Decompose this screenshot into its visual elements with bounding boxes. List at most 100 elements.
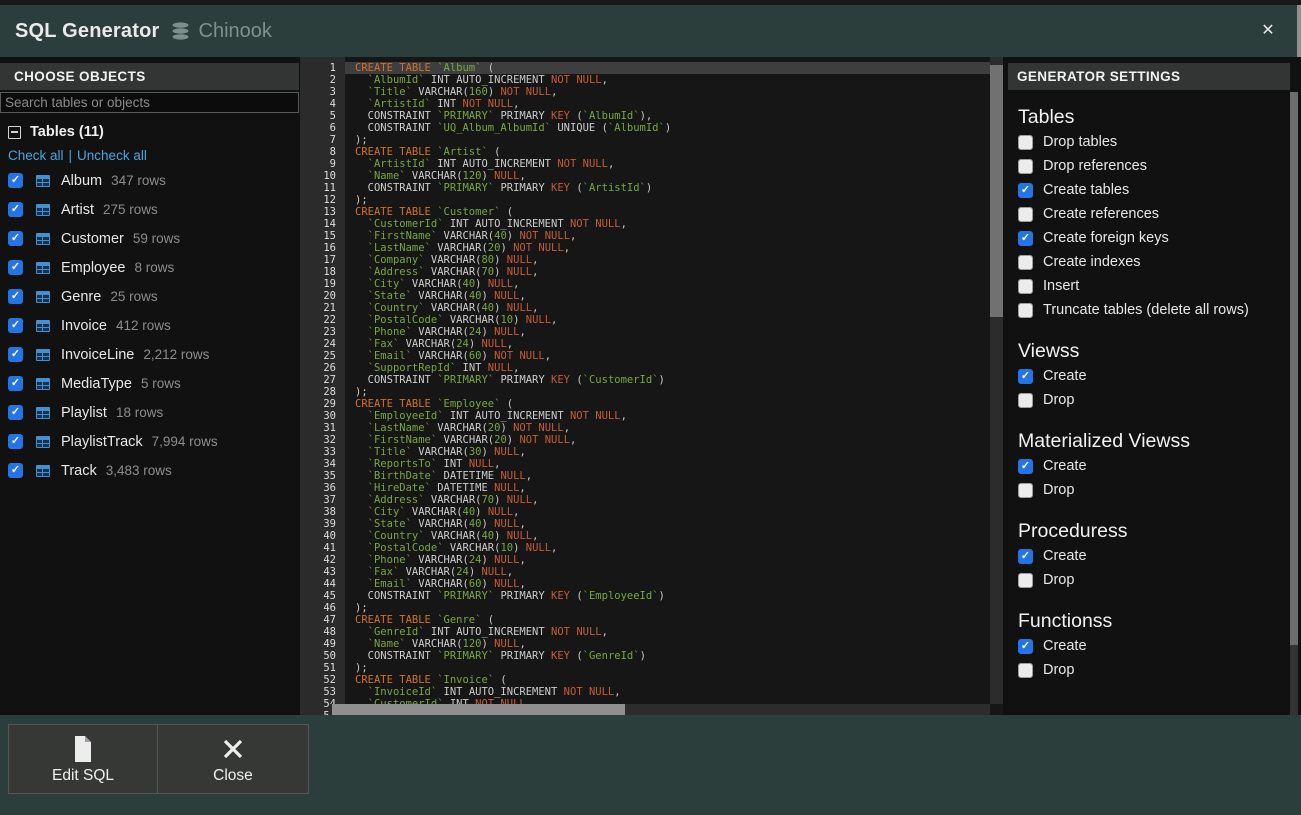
- code-line: 25 `Email` VARCHAR(60) NOT NULL,: [300, 350, 1003, 362]
- checkbox[interactable]: [1018, 639, 1033, 654]
- settings-scrollbar-thumb[interactable]: [1290, 92, 1298, 645]
- line-content: `LastName` VARCHAR(20) NOT NULL,: [345, 242, 1003, 254]
- checkbox[interactable]: [1018, 207, 1033, 222]
- line-number: 26: [300, 362, 345, 374]
- table-icon: [36, 436, 50, 448]
- checkbox[interactable]: [1018, 573, 1033, 588]
- line-number: 46: [300, 602, 345, 614]
- editor-horizontal-scrollbar-thumb[interactable]: [332, 704, 625, 715]
- checkbox[interactable]: [8, 463, 23, 478]
- checkbox[interactable]: [1018, 549, 1033, 564]
- table-row[interactable]: Customer59 rows: [8, 224, 299, 253]
- line-number: 50: [300, 650, 345, 662]
- settings-option[interactable]: Create tables: [1018, 178, 1290, 202]
- settings-option[interactable]: Truncate tables (delete all rows): [1018, 298, 1290, 322]
- checkbox[interactable]: [8, 231, 23, 246]
- tables-group-row[interactable]: Tables (11): [8, 120, 299, 144]
- check-all-link[interactable]: Check all: [8, 148, 64, 163]
- search-input[interactable]: [0, 92, 299, 113]
- checkbox[interactable]: [8, 173, 23, 188]
- line-content: CREATE TABLE `Album` (: [345, 62, 1003, 74]
- code-line: 50 CONSTRAINT `PRIMARY` PRIMARY KEY (`Ge…: [300, 650, 1003, 662]
- table-row[interactable]: Album347 rows: [8, 166, 299, 195]
- table-row-count: 7,994 rows: [152, 434, 218, 449]
- checkbox[interactable]: [1018, 135, 1033, 150]
- line-number: 38: [300, 506, 345, 518]
- settings-option[interactable]: Drop tables: [1018, 130, 1290, 154]
- checkbox[interactable]: [1018, 255, 1033, 270]
- line-content: CONSTRAINT `PRIMARY` PRIMARY KEY (`Artis…: [345, 182, 1003, 194]
- sql-preview-editor[interactable]: 1CREATE TABLE `Album` (2 `AlbumId` INT A…: [300, 57, 1003, 715]
- line-content: `Address` VARCHAR(70) NULL,: [345, 494, 1003, 506]
- line-number: 12: [300, 194, 345, 206]
- settings-option[interactable]: Create: [1018, 364, 1290, 388]
- table-row[interactable]: Playlist18 rows: [8, 398, 299, 427]
- table-row-count: 8 rows: [134, 260, 174, 275]
- checkbox[interactable]: [1018, 303, 1033, 318]
- settings-option[interactable]: Create: [1018, 544, 1290, 568]
- close-button[interactable]: Close: [157, 724, 309, 794]
- settings-option[interactable]: Create indexes: [1018, 250, 1290, 274]
- code-line: 46);: [300, 602, 1003, 614]
- settings-option[interactable]: Create references: [1018, 202, 1290, 226]
- settings-option[interactable]: Drop: [1018, 478, 1290, 502]
- checkbox[interactable]: [1018, 663, 1033, 678]
- settings-option[interactable]: Create: [1018, 634, 1290, 658]
- code-line: 13CREATE TABLE `Customer` (: [300, 206, 1003, 218]
- table-row[interactable]: Genre25 rows: [8, 282, 299, 311]
- uncheck-all-link[interactable]: Uncheck all: [77, 148, 147, 163]
- checkbox[interactable]: [8, 202, 23, 217]
- line-number: 14: [300, 218, 345, 230]
- choose-objects-panel: CHOOSE OBJECTS Tables (11) Check all | U…: [0, 57, 299, 715]
- code-line: 9 `ArtistId` INT AUTO_INCREMENT NOT NULL…: [300, 158, 1003, 170]
- settings-option[interactable]: Create foreign keys: [1018, 226, 1290, 250]
- settings-option[interactable]: Drop: [1018, 568, 1290, 592]
- settings-option-label: Create: [1043, 548, 1087, 564]
- dialog-close-icon[interactable]: ✕: [1257, 20, 1279, 42]
- table-row[interactable]: Artist275 rows: [8, 195, 299, 224]
- line-number: 24: [300, 338, 345, 350]
- checkbox[interactable]: [1018, 459, 1033, 474]
- line-content: `City` VARCHAR(40) NULL,: [345, 506, 1003, 518]
- checkbox[interactable]: [8, 405, 23, 420]
- settings-option[interactable]: Create: [1018, 454, 1290, 478]
- line-number: 19: [300, 278, 345, 290]
- settings-scrollbar-track[interactable]: [1290, 645, 1298, 715]
- settings-option[interactable]: Insert: [1018, 274, 1290, 298]
- checkbox[interactable]: [8, 260, 23, 275]
- settings-option[interactable]: Drop: [1018, 658, 1290, 682]
- edit-sql-button[interactable]: Edit SQL: [8, 724, 158, 794]
- table-row[interactable]: Track3,483 rows: [8, 456, 299, 485]
- line-number: 5: [300, 110, 345, 122]
- editor-vertical-scrollbar-thumb[interactable]: [990, 65, 1003, 317]
- checkbox[interactable]: [1018, 369, 1033, 384]
- checkbox[interactable]: [1018, 393, 1033, 408]
- checkbox[interactable]: [8, 376, 23, 391]
- checkbox[interactable]: [1018, 231, 1033, 246]
- checkbox[interactable]: [8, 434, 23, 449]
- code-line: 26 `SupportRepId` INT NULL,: [300, 362, 1003, 374]
- checkbox[interactable]: [8, 347, 23, 362]
- checkbox[interactable]: [8, 318, 23, 333]
- table-row-count: 59 rows: [133, 231, 180, 246]
- checkbox[interactable]: [1018, 279, 1033, 294]
- table-row[interactable]: MediaType5 rows: [8, 369, 299, 398]
- table-row-count: 412 rows: [116, 318, 171, 333]
- settings-option[interactable]: Drop: [1018, 388, 1290, 412]
- table-row-count: 25 rows: [110, 289, 157, 304]
- settings-option-label: Drop: [1043, 572, 1074, 588]
- dialog-body: CHOOSE OBJECTS Tables (11) Check all | U…: [0, 57, 1301, 715]
- checkbox[interactable]: [1018, 159, 1033, 174]
- table-row[interactable]: Invoice412 rows: [8, 311, 299, 340]
- checkbox[interactable]: [8, 289, 23, 304]
- settings-option-label: Create references: [1043, 206, 1159, 222]
- collapse-icon[interactable]: [8, 126, 21, 139]
- checkbox[interactable]: [1018, 483, 1033, 498]
- settings-option[interactable]: Drop references: [1018, 154, 1290, 178]
- line-content: `Phone` VARCHAR(24) NULL,: [345, 326, 1003, 338]
- table-row[interactable]: InvoiceLine2,212 rows: [8, 340, 299, 369]
- table-row[interactable]: PlaylistTrack7,994 rows: [8, 427, 299, 456]
- checkbox[interactable]: [1018, 183, 1033, 198]
- table-row[interactable]: Employee8 rows: [8, 253, 299, 282]
- table-row-count: 3,483 rows: [106, 463, 172, 478]
